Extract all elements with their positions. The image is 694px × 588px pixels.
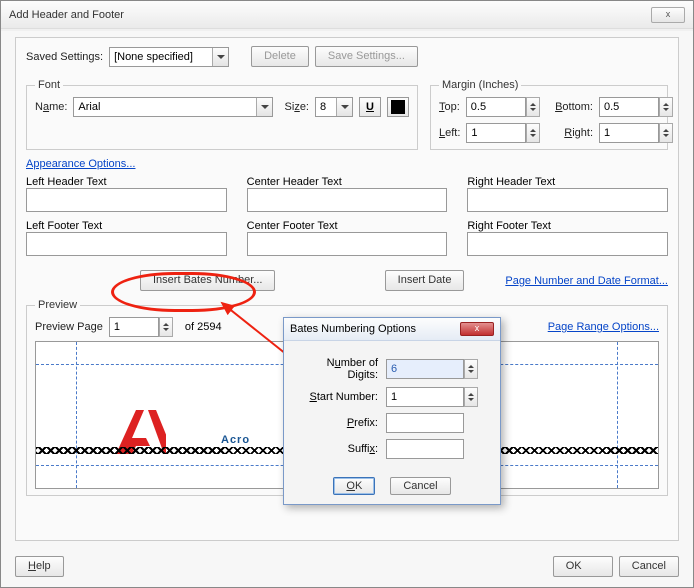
font-name-label: Name: [35,101,67,113]
appearance-options-link[interactable]: Appearance Options... [26,158,668,170]
margin-legend: Margin (Inches) [439,79,521,91]
start-input[interactable] [386,387,464,407]
left-footer-input[interactable] [26,232,227,256]
center-footer-input[interactable] [247,232,448,256]
underline-icon[interactable]: U [359,97,381,117]
spinner-icon[interactable] [464,359,478,379]
delete-button[interactable]: Delete [251,46,309,67]
spinner-icon[interactable] [526,97,540,117]
saved-settings-label: Saved Settings: [26,51,103,63]
insert-bates-number-button[interactable]: Insert Bates Number... [140,270,275,291]
titlebar: Add Header and Footer x [1,1,693,29]
close-icon[interactable]: x [651,7,685,23]
margin-left-label: Left: [439,127,460,139]
font-legend: Font [35,79,63,91]
margin-right-label: Right: [564,127,593,139]
saved-settings-combo[interactable] [109,47,229,67]
modal-titlebar: Bates Numbering Options x [284,318,500,341]
suffix-input[interactable] [386,439,464,459]
left-header-input[interactable] [26,188,227,212]
spinner-icon[interactable] [159,317,173,337]
font-size-label: Size: [285,101,309,113]
spinner-icon[interactable] [464,387,478,407]
suffix-label: Suffix: [294,443,386,455]
dialog-footer: Help OK Cancel [15,556,679,577]
page-range-options-link[interactable]: Page Range Options... [548,321,659,333]
font-name-combo[interactable] [73,97,272,117]
save-settings-button[interactable]: Save Settings... [315,46,418,67]
bates-numbering-options-dialog: Bates Numbering Options x Number of Digi… [283,317,501,505]
center-header-label: Center Header Text [247,176,448,188]
cancel-button[interactable]: Cancel [619,556,679,577]
modal-cancel-button[interactable]: Cancel [390,477,450,495]
prefix-label: Prefix: [294,417,386,429]
right-footer-input[interactable] [467,232,668,256]
margin-top-label: Top: [439,101,460,113]
window-title: Add Header and Footer [9,9,651,21]
digits-input[interactable] [386,359,464,379]
chevron-down-icon[interactable] [212,48,228,66]
right-footer-label: Right Footer Text [467,220,668,232]
font-name-value[interactable] [73,97,272,117]
center-footer-label: Center Footer Text [247,220,448,232]
dialog-add-header-footer: Add Header and Footer x Saved Settings: … [0,0,694,588]
page-number-date-format-link[interactable]: Page Number and Date Format... [505,275,668,287]
spinner-icon[interactable] [526,123,540,143]
left-footer-label: Left Footer Text [26,220,227,232]
font-size-combo[interactable] [315,97,353,117]
chevron-down-icon[interactable] [336,98,352,116]
preview-legend: Preview [35,299,80,311]
preview-page-label: Preview Page [35,321,103,333]
preview-page-input[interactable] [109,317,159,337]
chevron-down-icon[interactable] [256,98,272,116]
help-button[interactable]: Help [15,556,64,577]
spinner-icon[interactable] [659,97,673,117]
margin-top-input[interactable] [466,97,526,117]
font-color-icon[interactable] [387,97,409,117]
adobe-logo-icon [116,410,166,464]
center-header-input[interactable] [247,188,448,212]
right-header-input[interactable] [467,188,668,212]
modal-ok-button[interactable]: OK [333,477,375,495]
saved-settings-value[interactable] [109,47,229,67]
modal-title: Bates Numbering Options [290,323,460,335]
margin-left-input[interactable] [466,123,526,143]
right-header-label: Right Header Text [467,176,668,188]
margin-bottom-label: Bottom: [555,101,593,113]
margin-right-input[interactable] [599,123,659,143]
digits-label: Number of Digits: [294,357,386,381]
margin-bottom-input[interactable] [599,97,659,117]
spinner-icon[interactable] [659,123,673,143]
preview-total: of 2594 [185,321,222,333]
prefix-input[interactable] [386,413,464,433]
left-header-label: Left Header Text [26,176,227,188]
start-label: Start Number: [294,391,386,403]
close-icon[interactable]: x [460,322,494,336]
insert-date-button[interactable]: Insert Date [385,270,465,291]
ok-button[interactable]: OK [553,556,613,577]
